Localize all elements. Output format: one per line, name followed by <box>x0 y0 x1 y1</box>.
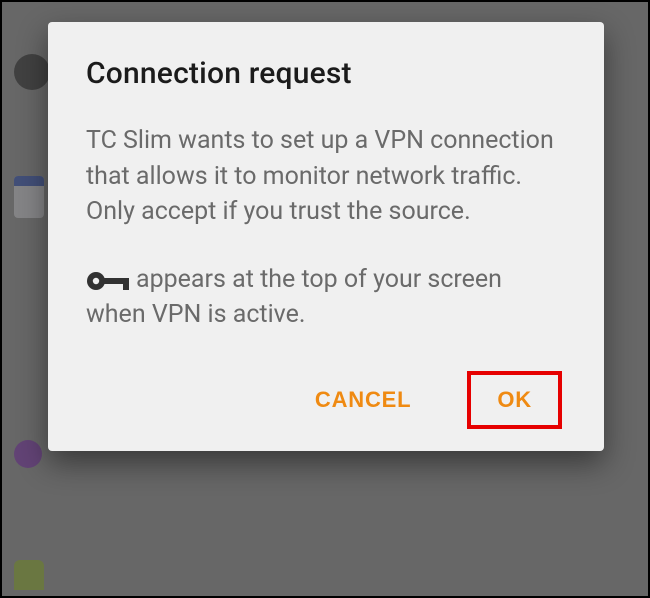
vpn-key-icon <box>86 269 130 293</box>
ok-button-highlight-box: OK <box>467 371 562 429</box>
vpn-connection-request-dialog: Connection request TC Slim wants to set … <box>48 22 604 451</box>
dialog-body-paragraph-1: TC Slim wants to set up a VPN connection… <box>86 123 566 230</box>
dialog-title: Connection request <box>86 56 566 91</box>
ok-button[interactable]: OK <box>471 375 558 425</box>
dialog-body-paragraph-2-text: appears at the top of your screen when V… <box>86 265 502 330</box>
cancel-button[interactable]: Cancel <box>295 373 431 427</box>
dialog-action-bar: Cancel OK <box>86 371 566 429</box>
dialog-body: TC Slim wants to set up a VPN connection… <box>86 123 566 333</box>
dialog-body-paragraph-2: appears at the top of your screen when V… <box>86 262 566 333</box>
